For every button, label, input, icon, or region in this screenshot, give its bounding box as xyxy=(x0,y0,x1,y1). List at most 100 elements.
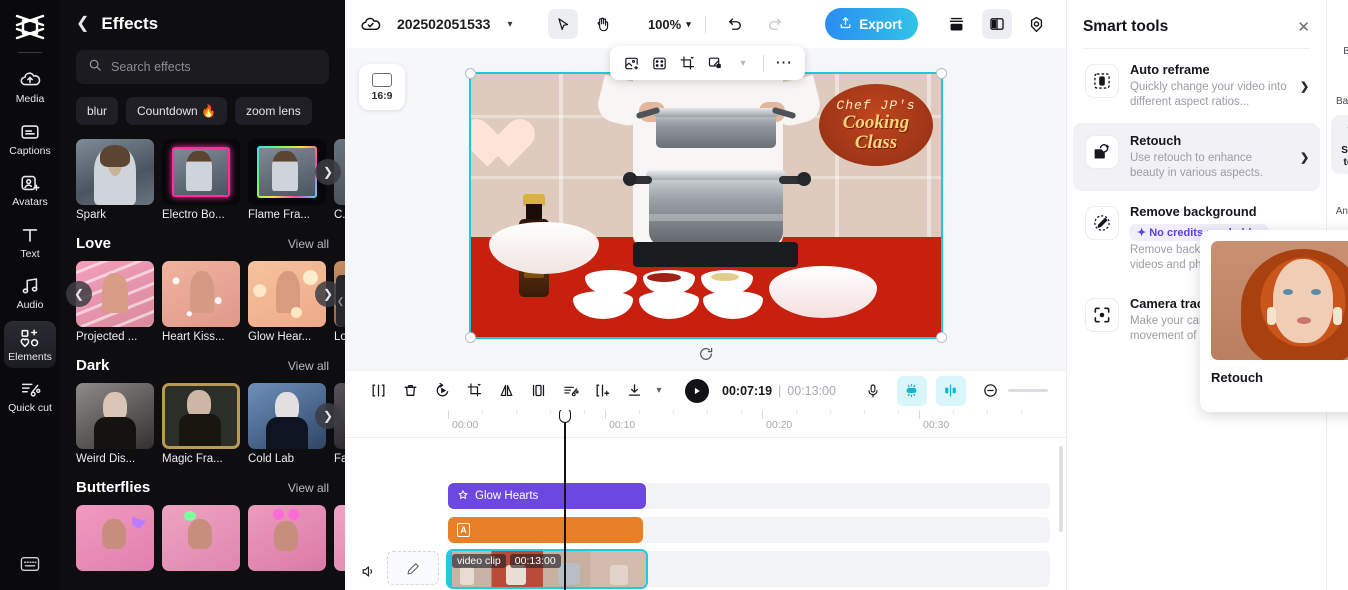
more-dots-icon[interactable]: ⋯ xyxy=(772,51,796,75)
text-clip[interactable]: A xyxy=(448,517,643,543)
auto-cut-button[interactable] xyxy=(555,376,585,406)
split-add-button[interactable] xyxy=(587,376,617,406)
effect-tag[interactable]: zoom lens xyxy=(235,97,312,125)
project-name[interactable]: 202502051533 xyxy=(397,16,490,32)
fit-frame-icon[interactable] xyxy=(647,51,671,75)
keyboard-shortcuts-icon[interactable] xyxy=(19,555,41,578)
resize-handle-bottom-right[interactable] xyxy=(936,332,947,343)
effect-item[interactable]: Flame Fra... xyxy=(248,139,326,221)
carousel-next-icon[interactable]: ❯ xyxy=(315,159,341,185)
right-rail-item-animation[interactable]: Animat... xyxy=(1331,176,1348,224)
right-rail-item-basic[interactable]: Basic xyxy=(1331,16,1348,64)
export-button[interactable]: Export xyxy=(825,8,918,40)
effect-item[interactable]: Electro Bo... xyxy=(162,139,240,221)
effect-item[interactable]: Weird Dis... xyxy=(76,383,154,465)
smart-tool-retouch[interactable]: Retouch Use retouch to enhance beauty in… xyxy=(1072,123,1320,191)
aspect-ratio-badge[interactable]: 16:9 xyxy=(359,64,405,110)
track-volume-button[interactable] xyxy=(357,560,379,582)
sidebar-item-label: Text xyxy=(20,247,40,260)
video-preview-selection[interactable]: Chef JP's Cooking Class xyxy=(465,68,947,360)
search-box[interactable] xyxy=(76,50,329,84)
rotate-handle-icon[interactable] xyxy=(695,343,717,365)
chevron-down-icon[interactable]: ▾ xyxy=(651,376,667,406)
audio-beat-button[interactable] xyxy=(935,375,966,406)
zoom-out-button[interactable] xyxy=(976,376,1006,406)
smart-tool-name: Auto reframe xyxy=(1129,62,1210,77)
split-clip-button[interactable] xyxy=(363,376,393,406)
effect-item[interactable]: Cold Lab xyxy=(248,383,326,465)
smart-tool-auto-reframe[interactable]: Auto reframe Quickly change your video i… xyxy=(1073,52,1320,120)
chevron-right-icon[interactable]: ❯ xyxy=(1300,151,1310,164)
view-all-link[interactable]: View all xyxy=(288,237,329,251)
effect-item[interactable]: Glow Hear... xyxy=(248,261,326,343)
effect-label: Weird Dis... xyxy=(76,453,136,465)
search-input[interactable] xyxy=(111,60,317,74)
timeline-ruler[interactable]: 00:00 00:10 00:20 00:30 xyxy=(345,410,1066,438)
right-rail-item-smart-tools[interactable]: Smart tools xyxy=(1331,115,1348,174)
resize-handle-top-right[interactable] xyxy=(936,68,947,79)
undo-button[interactable] xyxy=(720,9,750,39)
smart-tools-title: Smart tools xyxy=(1082,18,1169,35)
sidebar-item-avatars[interactable]: Avatars xyxy=(4,166,56,214)
resize-handle-top-left[interactable] xyxy=(465,68,476,79)
reverse-button[interactable] xyxy=(427,376,457,406)
chevron-right-icon[interactable]: ❯ xyxy=(1300,80,1310,93)
carousel-prev-icon[interactable]: ❮ xyxy=(66,281,92,307)
image-add-icon[interactable] xyxy=(619,51,643,75)
effect-tag[interactable]: blur xyxy=(76,97,119,125)
split-view-button[interactable] xyxy=(981,9,1012,39)
sidebar-item-captions[interactable]: Captions xyxy=(4,115,56,163)
effect-item[interactable] xyxy=(248,505,326,575)
carousel-next-icon[interactable]: ❯ xyxy=(315,403,341,429)
microphone-button[interactable] xyxy=(858,376,888,406)
chevron-down-icon[interactable]: ▾ xyxy=(731,51,755,75)
sidebar-item-audio[interactable]: Audio xyxy=(4,269,56,317)
effect-clip[interactable]: Glow Hearts xyxy=(448,483,646,509)
sidebar-item-label: Media xyxy=(15,93,45,105)
video-preview[interactable]: Chef JP's Cooking Class xyxy=(469,72,943,339)
effect-item[interactable]: Magic Fra... xyxy=(162,383,240,465)
timeline-scrollbar[interactable] xyxy=(1058,446,1063,532)
chevron-down-icon[interactable]: ▾ xyxy=(507,19,512,30)
effect-item[interactable]: Heart Kiss... xyxy=(162,261,240,343)
close-icon[interactable]: ✕ xyxy=(1297,18,1310,36)
mirror-button[interactable] xyxy=(491,376,521,406)
collapse-panel-handle[interactable]: ❮ xyxy=(336,275,345,327)
hand-tool-button[interactable] xyxy=(588,9,618,39)
sidebar-item-media[interactable]: Media xyxy=(4,63,56,111)
ruler-label: 00:20 xyxy=(766,419,793,431)
audio-enhance-button[interactable] xyxy=(896,375,927,406)
zoom-level-selector[interactable]: 100% ▾ xyxy=(648,17,691,32)
effect-tag[interactable]: Countdown 🔥 xyxy=(126,97,227,125)
play-button[interactable] xyxy=(685,378,709,403)
timeline-zoom-slider[interactable] xyxy=(1007,389,1048,392)
mask-icon[interactable] xyxy=(703,51,727,75)
redo-button[interactable] xyxy=(760,9,790,39)
video-clip[interactable]: video clip 00:13:00 xyxy=(446,549,648,589)
layers-button[interactable] xyxy=(942,9,972,39)
playhead[interactable] xyxy=(558,410,571,590)
resize-handle-bottom-left[interactable] xyxy=(465,332,476,343)
playhead-handle[interactable] xyxy=(558,410,571,423)
view-all-link[interactable]: View all xyxy=(288,481,329,495)
capcut-logo-icon[interactable] xyxy=(12,10,48,44)
settings-gear-button[interactable] xyxy=(1022,9,1052,39)
track-edit-button[interactable] xyxy=(387,551,439,585)
sidebar-item-elements[interactable]: Elements xyxy=(4,320,56,368)
view-all-link[interactable]: View all xyxy=(288,359,329,373)
effect-item[interactable] xyxy=(162,505,240,575)
sidebar-item-quick-cut[interactable]: Quick cut xyxy=(4,372,56,420)
freeze-frame-button[interactable] xyxy=(523,376,553,406)
delete-button[interactable] xyxy=(395,376,425,406)
effect-item[interactable] xyxy=(334,505,345,575)
sidebar-item-text[interactable]: Text xyxy=(4,218,56,266)
elements-icon xyxy=(19,327,41,349)
crop-button[interactable] xyxy=(459,376,489,406)
chevron-left-icon[interactable]: ❮ xyxy=(76,16,89,32)
effect-item[interactable]: Spark xyxy=(76,139,154,221)
select-tool-button[interactable] xyxy=(547,9,578,39)
crop-icon[interactable] xyxy=(675,51,699,75)
right-rail-item-background[interactable]: Backgr... xyxy=(1331,66,1348,114)
effect-item[interactable] xyxy=(76,505,154,575)
download-button[interactable] xyxy=(619,376,649,406)
